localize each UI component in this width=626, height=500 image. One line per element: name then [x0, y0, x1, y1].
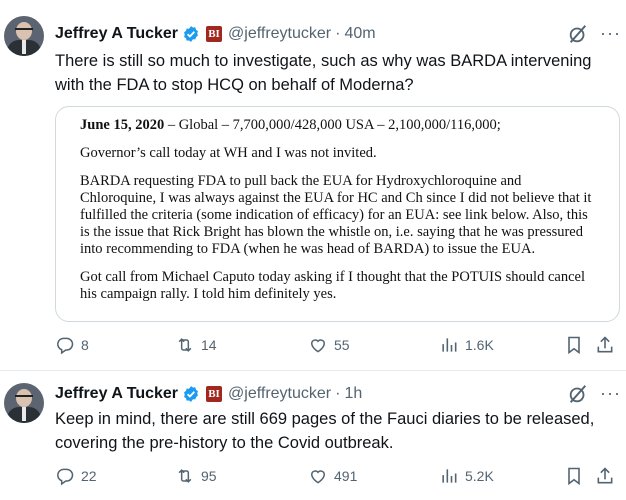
diary-paragraph: BARDA requesting FDA to pull back the EU… [80, 173, 592, 257]
repost-count: 95 [201, 468, 217, 484]
tweet-text: There is still so much to investigate, s… [55, 52, 592, 94]
tweet[interactable]: Jeffrey A Tucker BI @jeffreytucker · 40m… [0, 0, 626, 370]
repost-button[interactable]: 95 [175, 464, 217, 488]
repost-button[interactable]: 14 [175, 333, 217, 357]
separator: · [335, 25, 341, 42]
share-icon [597, 467, 613, 484]
repost-icon [178, 338, 192, 352]
grok-icon[interactable] [567, 23, 589, 45]
action-bar: 8 14 55 1.6K [55, 333, 615, 357]
verified-badge-icon [184, 26, 198, 42]
reply-button[interactable]: 22 [55, 464, 97, 488]
tweet-image-attachment[interactable]: June 15, 2020 – Global – 7,700,000/428,0… [55, 106, 620, 322]
more-icon[interactable]: ··· [600, 383, 621, 404]
action-bar: 22 95 491 5.2K [55, 464, 615, 488]
timestamp[interactable]: 40m [344, 25, 375, 43]
diary-paragraph: Governor’s call today at WH and I was no… [80, 145, 377, 161]
author-handle[interactable]: @jeffreytucker [228, 385, 331, 403]
like-button[interactable]: 491 [308, 464, 357, 488]
bookmark-button[interactable] [564, 333, 590, 357]
avatar[interactable] [4, 383, 44, 423]
reply-icon [57, 337, 74, 355]
reply-icon [57, 468, 74, 486]
separator: · [335, 385, 341, 402]
brownstone-affiliate-icon[interactable]: BI [206, 26, 223, 42]
diary-paragraph: Got call from Michael Caputo today askin… [80, 269, 585, 302]
reply-button[interactable]: 8 [55, 333, 89, 357]
bookmark-button[interactable] [564, 464, 590, 488]
author-handle[interactable]: @jeffreytucker [228, 25, 331, 43]
timestamp[interactable]: 1h [344, 385, 362, 403]
diary-heading: – Global – 7,700,000/428,000 USA – 2,100… [164, 117, 501, 133]
diary-excerpt: June 15, 2020 – Global – 7,700,000/428,0… [80, 117, 600, 314]
repost-count: 14 [201, 337, 217, 353]
share-button[interactable] [595, 333, 621, 357]
like-count: 55 [334, 337, 350, 353]
brownstone-affiliate-icon[interactable]: BI [206, 386, 223, 402]
views-icon [442, 338, 457, 352]
tweet[interactable]: Jeffrey A Tucker BI @jeffreytucker · 1h … [0, 372, 626, 500]
tweet-text: Keep in mind, there are still 669 pages … [55, 410, 595, 452]
views-count: 5.2K [465, 468, 494, 484]
grok-icon[interactable] [567, 383, 589, 405]
tweet-divider [0, 370, 626, 371]
bookmark-icon [568, 336, 580, 355]
like-button[interactable]: 55 [308, 333, 350, 357]
share-button[interactable] [595, 464, 621, 488]
views-button[interactable]: 1.6K [439, 333, 494, 357]
reply-count: 22 [81, 468, 97, 484]
repost-icon [178, 469, 192, 483]
verified-badge-icon [184, 386, 198, 402]
views-count: 1.6K [465, 337, 494, 353]
avatar[interactable] [4, 16, 44, 56]
views-icon [442, 469, 457, 483]
author-name[interactable]: Jeffrey A Tucker [55, 385, 178, 403]
heart-icon [310, 339, 326, 353]
tweet-header: Jeffrey A Tucker BI @jeffreytucker · 40m [55, 22, 376, 46]
more-icon[interactable]: ··· [600, 23, 621, 44]
views-button[interactable]: 5.2K [439, 464, 494, 488]
heart-icon [310, 470, 326, 484]
like-count: 491 [334, 468, 358, 484]
reply-count: 8 [81, 337, 89, 353]
bookmark-icon [568, 467, 580, 486]
tweet-header: Jeffrey A Tucker BI @jeffreytucker · 1h [55, 382, 362, 406]
diary-date: June 15, 2020 [80, 117, 165, 133]
author-name[interactable]: Jeffrey A Tucker [55, 25, 178, 43]
share-icon [597, 336, 613, 353]
